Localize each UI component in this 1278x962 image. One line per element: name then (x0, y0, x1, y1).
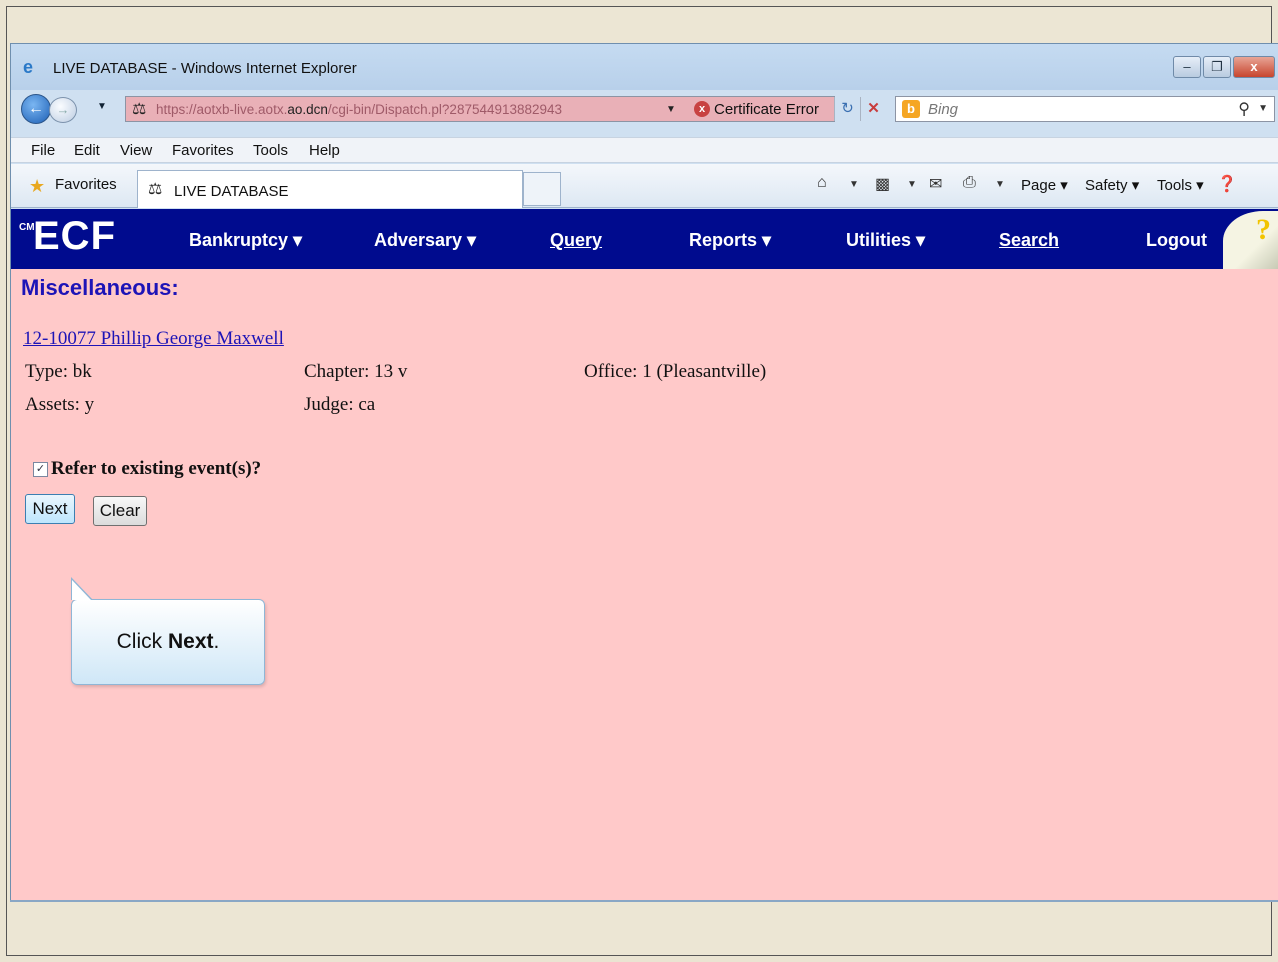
nav-utilities[interactable]: Utilities ▾ (846, 230, 925, 251)
ecf-help-button[interactable]: ? (1223, 211, 1278, 269)
page-content: CM ECF Bankruptcy ▾ Adversary ▾ Query Re… (11, 209, 1278, 900)
case-office: Office: 1 (Pleasantville) (584, 361, 767, 382)
address-bar[interactable]: ⚖ https://aotxb-live.aotx.ao.dcn/cgi-bin… (125, 96, 880, 122)
site-icon: ⚖ (132, 101, 147, 118)
feeds-icon[interactable]: ▩ (875, 174, 890, 194)
address-row: ← → ▼ ⚖ https://aotxb-live.aotx.ao.dcn/c… (11, 92, 1278, 126)
ecf-menu-bar: CM ECF Bankruptcy ▾ Adversary ▾ Query Re… (11, 209, 1278, 269)
restore-button[interactable]: ❐ (1203, 56, 1231, 78)
feeds-dropdown-icon[interactable]: ▼ (907, 179, 917, 190)
menu-favorites[interactable]: Favorites (172, 142, 234, 159)
nav-adversary[interactable]: Adversary ▾ (374, 230, 476, 251)
next-button[interactable]: Next (25, 494, 75, 524)
menu-edit[interactable]: Edit (74, 142, 100, 159)
refer-existing-label: Refer to existing event(s)? (51, 458, 262, 479)
search-icon[interactable]: ⚲ (1238, 99, 1250, 119)
tab-label: LIVE DATABASE (174, 183, 289, 200)
favorites-button[interactable]: Favorites (55, 176, 117, 193)
nav-logout[interactable]: Logout (1146, 230, 1207, 251)
clear-button[interactable]: Clear (93, 496, 147, 526)
close-button[interactable]: x (1233, 56, 1275, 78)
window-bottom-edge (10, 900, 1278, 902)
search-box[interactable]: b Bing ⚲ ▼ (895, 96, 1275, 122)
page-menu[interactable]: Page ▾ (1021, 176, 1068, 194)
home-icon[interactable]: ⌂ (817, 174, 827, 192)
ie-logo-icon: e (23, 57, 34, 77)
mail-icon[interactable]: ✉ (929, 174, 942, 194)
case-judge: Judge: ca (304, 394, 376, 415)
tools-menu[interactable]: Tools ▾ (1157, 176, 1204, 194)
forward-button[interactable]: → (49, 97, 77, 123)
instruction-callout: Click Next. (71, 599, 265, 685)
address-dropdown-icon[interactable]: ▼ (666, 104, 676, 115)
refresh-icon[interactable]: ↻ (834, 97, 860, 121)
callout-text: Click Next. (116, 630, 220, 653)
case-assets: Assets: y (25, 394, 95, 415)
minimize-button[interactable]: – (1173, 56, 1201, 78)
certificate-error-label[interactable]: Certificate Error (714, 101, 819, 118)
nav-search[interactable]: Search (999, 230, 1059, 251)
stop-icon[interactable]: ✕ (860, 97, 886, 121)
favorites-bar: ★ Favorites ⚖ LIVE DATABASE ⌂ ▼ ▩ ▼ ✉ ⎙ … (11, 164, 1278, 208)
back-arrow-icon: ← (28, 100, 44, 117)
menu-bar: File Edit View Favorites Tools Help (11, 137, 1278, 163)
refer-existing-checkbox[interactable]: ✓ (33, 462, 48, 477)
menu-help[interactable]: Help (309, 142, 340, 159)
menu-view[interactable]: View (120, 142, 152, 159)
site-icon: ⚖ (148, 181, 163, 198)
safety-menu[interactable]: Safety ▾ (1085, 176, 1139, 194)
url-text: https://aotxb-live.aotx.ao.dcn/cgi-bin/D… (156, 102, 563, 117)
menu-file[interactable]: File (31, 142, 55, 159)
bing-logo-icon: b (902, 100, 920, 118)
window-title: LIVE DATABASE - Windows Internet Explore… (53, 60, 357, 77)
title-bar: e LIVE DATABASE - Windows Internet Explo… (11, 44, 1278, 90)
question-mark-icon: ? (1256, 213, 1271, 246)
back-button[interactable]: ← (21, 94, 51, 124)
forward-arrow-icon: → (56, 102, 70, 117)
home-dropdown-icon[interactable]: ▼ (849, 179, 859, 190)
case-chapter: Chapter: 13 v (304, 361, 408, 382)
print-icon[interactable]: ⎙ (963, 174, 976, 192)
favorites-star-icon[interactable]: ★ (29, 176, 45, 197)
print-dropdown-icon[interactable]: ▼ (995, 179, 1005, 190)
window-controls: – ❐ x (1171, 56, 1275, 78)
cm-ecf-logo: CM ECF (19, 214, 116, 258)
page-title: Miscellaneous: (21, 275, 179, 300)
new-tab-button[interactable] (523, 172, 561, 206)
nav-query[interactable]: Query (550, 230, 602, 251)
nav-bankruptcy[interactable]: Bankruptcy ▾ (189, 230, 302, 251)
browser-window: e LIVE DATABASE - Windows Internet Explo… (10, 43, 1278, 901)
menu-tools[interactable]: Tools (253, 142, 288, 159)
case-type: Type: bk (25, 361, 92, 382)
nav-reports[interactable]: Reports ▾ (689, 230, 771, 251)
search-input[interactable]: Bing (928, 101, 958, 118)
help-icon[interactable]: ❓ (1217, 174, 1237, 194)
certificate-error-icon[interactable]: x (694, 101, 710, 117)
tab-live-database[interactable]: ⚖ LIVE DATABASE (137, 170, 523, 208)
case-link[interactable]: 12-10077 Phillip George Maxwell (23, 328, 284, 350)
callout-tail-inner (72, 580, 91, 600)
search-dropdown-icon[interactable]: ▼ (1258, 103, 1268, 114)
history-dropdown-icon[interactable]: ▼ (97, 101, 107, 112)
